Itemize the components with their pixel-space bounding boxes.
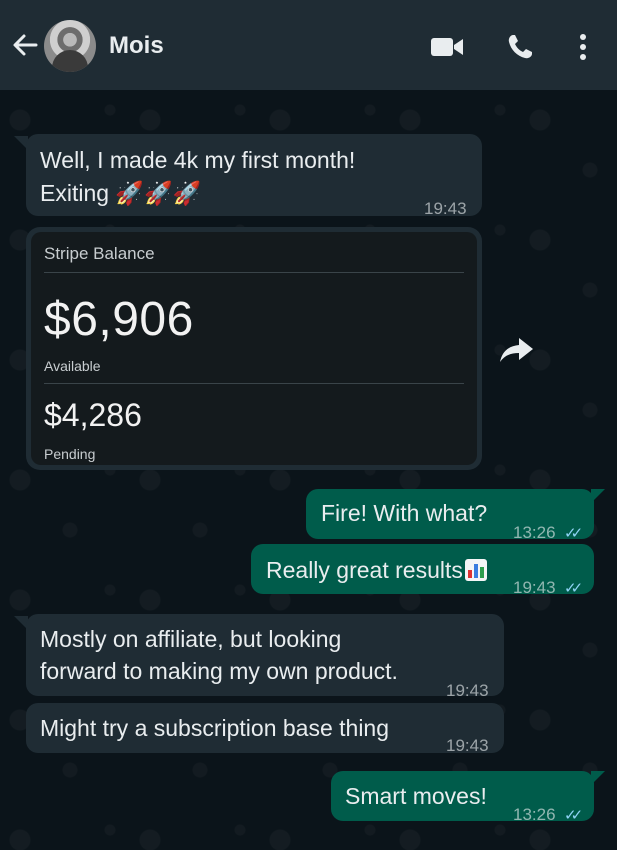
message-text-wrap: Really great results bbox=[266, 554, 487, 587]
phone-icon[interactable] bbox=[506, 33, 534, 61]
back-arrow-icon[interactable] bbox=[10, 30, 40, 60]
message-time: 19:43 bbox=[513, 578, 556, 597]
balance-card-image[interactable]: Stripe Balance $6,906 Available $4,286 P… bbox=[26, 227, 482, 470]
contact-name[interactable]: Mois bbox=[109, 32, 164, 60]
message-bubble-incoming[interactable]: Mostly on affiliate, but looking forward… bbox=[26, 614, 504, 700]
message-time: 19:43 bbox=[424, 199, 467, 218]
balance-card: Stripe Balance $6,906 Available $4,286 P… bbox=[31, 232, 477, 465]
message-bubble-outgoing[interactable]: Smart moves! 13:26 ✓✓ bbox=[331, 771, 594, 824]
bar-chart-emoji-icon bbox=[464, 559, 487, 581]
message-text: Smart moves! bbox=[345, 783, 487, 809]
message-bubble-incoming[interactable]: Well, I made 4k my first month! Exiting … bbox=[26, 134, 482, 218]
available-label: Available bbox=[44, 358, 101, 374]
pending-label: Pending bbox=[44, 446, 96, 462]
available-amount: $6,906 bbox=[44, 293, 194, 346]
message-time: 19:43 bbox=[446, 736, 489, 755]
message-bubble-incoming[interactable]: Might try a subscription base thing 19:4… bbox=[26, 703, 504, 755]
message-text: Might try a subscription base thing bbox=[40, 715, 390, 741]
divider bbox=[44, 383, 464, 384]
video-call-icon[interactable] bbox=[430, 35, 464, 59]
more-options-icon[interactable] bbox=[578, 33, 588, 61]
pending-amount: $4,286 bbox=[44, 397, 142, 433]
read-receipt-icon: ✓✓ bbox=[564, 807, 583, 824]
message-time: 13:26 bbox=[513, 805, 556, 824]
message-text: Fire! With what? bbox=[321, 500, 488, 526]
message-bubble-outgoing[interactable]: Fire! With what? 13:26 ✓✓ bbox=[306, 489, 594, 542]
forward-icon[interactable] bbox=[497, 332, 537, 366]
message-bubble-outgoing[interactable]: Really great results 19:43 ✓✓ bbox=[251, 544, 594, 597]
message-text: Exiting 🚀🚀🚀 bbox=[40, 180, 202, 206]
chat-header: Mois bbox=[0, 0, 617, 90]
message-text: Really great results bbox=[266, 557, 463, 583]
card-title: Stripe Balance bbox=[44, 244, 155, 263]
message-text: Mostly on affiliate, but looking bbox=[40, 626, 342, 652]
message-text: forward to making my own product. bbox=[40, 658, 398, 684]
avatar[interactable] bbox=[44, 20, 96, 72]
message-text: Well, I made 4k my first month! bbox=[40, 147, 356, 173]
divider bbox=[44, 272, 464, 273]
read-receipt-icon: ✓✓ bbox=[564, 580, 583, 597]
